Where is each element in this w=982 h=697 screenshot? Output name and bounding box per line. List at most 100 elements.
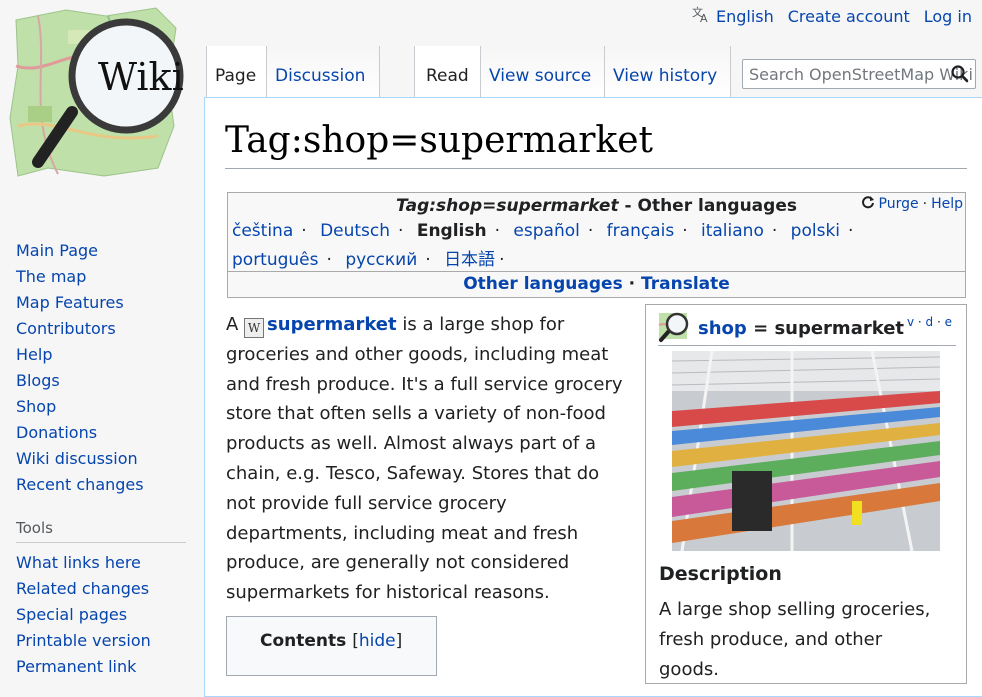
discuss-template-link[interactable]: d <box>926 315 934 329</box>
languages-box-title: Tag:shop=supermarket - Other languages <box>228 196 965 216</box>
toc-hide-link[interactable]: hide <box>359 631 396 651</box>
language-link-0[interactable]: čeština <box>232 221 293 241</box>
tab-read[interactable]: Read <box>414 46 481 98</box>
intro-line: supermarkets for historical reasons. <box>226 582 550 604</box>
edit-template-link[interactable]: e <box>945 315 952 329</box>
sidebar-tools: What links here Related changes Special pa… <box>16 550 151 680</box>
sidebar-item-contributors[interactable]: Contributors <box>16 319 116 338</box>
infobox-header: shop = supermarket v · d · e <box>658 311 956 346</box>
search-input[interactable]: Search OpenStreetMap Wiki <box>742 59 976 89</box>
language-selector[interactable]: 文A English <box>692 5 774 27</box>
sidebar-item-donations[interactable]: Donations <box>16 423 97 442</box>
sidebar-item-help[interactable]: Help <box>16 345 52 364</box>
title-divider <box>225 168 967 169</box>
language-link[interactable]: English <box>716 7 774 26</box>
tools-item-row: Permanent link <box>16 654 151 680</box>
footer-separator: · <box>628 274 642 294</box>
sidebar-item-blogs[interactable]: Blogs <box>16 371 60 390</box>
language-link-3[interactable]: español <box>513 221 579 241</box>
tools-item-permanent-link[interactable]: Permanent link <box>16 657 136 676</box>
language-list: čeština · Deutsch · English · español · fran… <box>232 217 961 275</box>
tab-view-source[interactable]: View source <box>481 46 605 98</box>
tag-infobox: shop = supermarket v · d · e Description… <box>645 304 967 684</box>
namespace-tabs: Page Discussion <box>206 46 380 98</box>
sidebar-item-recent-changes[interactable]: Recent changes <box>16 475 144 494</box>
intro-line: store that often sells a variety of non-… <box>226 403 606 425</box>
refresh-icon <box>861 195 875 213</box>
sidebar-item-row: Help <box>16 342 144 368</box>
logo-wordmark: Wiki <box>98 55 184 99</box>
language-separator: · <box>587 221 594 241</box>
description-line: goods. <box>659 659 719 680</box>
tools-item-related-changes[interactable]: Related changes <box>16 579 149 598</box>
description-text: A large shop selling groceries, fresh pr… <box>659 595 959 685</box>
language-link-6[interactable]: polski <box>791 221 840 241</box>
language-separator: · <box>425 250 431 270</box>
supermarket-photo[interactable] <box>671 350 941 552</box>
intro-line: departments, including meat and fresh <box>226 522 579 544</box>
language-link-1[interactable]: Deutsch <box>320 221 390 241</box>
tools-item-printable-version[interactable]: Printable version <box>16 631 151 650</box>
sidebar-item-row: Shop <box>16 394 144 420</box>
translate-icon: 文A <box>692 5 712 27</box>
intro-line: and fresh produce. It's a full service g… <box>226 373 623 395</box>
language-separator: · <box>326 250 332 270</box>
language-separator: · <box>301 221 307 241</box>
infobox-eq: = <box>753 318 769 339</box>
sidebar-tools-divider <box>16 542 186 543</box>
languages-box-footer: Other languages · Translate <box>228 271 965 296</box>
tab-view-history[interactable]: View history <box>605 46 731 98</box>
language-separator: · <box>682 221 688 241</box>
language-separator: · <box>494 221 501 241</box>
toc-toggle: [hide] <box>352 631 403 651</box>
site-logo[interactable]: Wiki <box>8 6 186 182</box>
sidebar-item-wiki-discussion[interactable]: Wiki discussion <box>16 449 138 468</box>
description-heading: Description <box>659 563 782 585</box>
language-separator: · <box>398 221 404 241</box>
tab-discussion[interactable]: Discussion <box>267 46 380 98</box>
tools-item-row: Special pages <box>16 602 151 628</box>
languages-box-title-page: Tag:shop=supermarket <box>396 196 619 216</box>
infobox-tag-title: shop = supermarket <box>698 318 904 339</box>
search-icon[interactable] <box>951 65 969 87</box>
personal-tools: 文A English Create account Log in <box>692 5 972 27</box>
intro-line: not provide full service grocery <box>226 492 507 514</box>
sidebar-item-shop[interactable]: Shop <box>16 397 56 416</box>
wikipedia-icon[interactable]: W <box>244 318 265 338</box>
sidebar-item-row: Blogs <box>16 368 144 394</box>
svg-text:A: A <box>700 12 708 23</box>
tools-item-what-links-here[interactable]: What links here <box>16 553 141 572</box>
page-title: Tag:shop=supermarket <box>225 120 654 161</box>
sidebar-item-row: Wiki discussion <box>16 446 144 472</box>
view-template-link[interactable]: v <box>907 315 914 329</box>
sidebar-item-main-page[interactable]: Main Page <box>16 241 98 260</box>
language-separator: · <box>499 250 505 270</box>
purge-link[interactable]: Purge <box>879 196 919 212</box>
infobox-key-link[interactable]: shop <box>698 318 747 339</box>
tools-item-row: Printable version <box>16 628 151 654</box>
language-link-9[interactable]: 日本語 <box>444 250 495 270</box>
tools-separator: · <box>922 196 928 212</box>
language-link-4[interactable]: français <box>607 221 675 241</box>
language-link-7[interactable]: português <box>232 250 319 270</box>
tools-item-special-pages[interactable]: Special pages <box>16 605 127 624</box>
language-link-8[interactable]: русский <box>345 250 417 270</box>
language-link-5[interactable]: italiano <box>701 221 764 241</box>
translate-link[interactable]: Translate <box>641 274 730 294</box>
tab-page[interactable]: Page <box>206 46 267 98</box>
intro-line: groceries and other goods, including mea… <box>226 343 609 365</box>
language-link-2: English <box>416 221 487 241</box>
sidebar-item-the-map[interactable]: The map <box>16 267 86 286</box>
help-link[interactable]: Help <box>931 196 963 212</box>
description-line: fresh produce, and other <box>659 629 883 650</box>
intro-start: A <box>226 314 245 335</box>
intro-line: chain, e.g. Tesco, Safeway. Stores that … <box>226 462 600 484</box>
create-account-link[interactable]: Create account <box>788 7 910 26</box>
intro-line: produce, are generally not considered <box>226 552 570 574</box>
sidebar-item-row: Contributors <box>16 316 144 342</box>
sidebar-item-map-features[interactable]: Map Features <box>16 293 124 312</box>
login-link[interactable]: Log in <box>924 7 972 26</box>
sidebar-item-row: Map Features <box>16 290 144 316</box>
supermarket-link[interactable]: supermarket <box>267 314 397 335</box>
other-languages-link[interactable]: Other languages <box>463 274 622 294</box>
